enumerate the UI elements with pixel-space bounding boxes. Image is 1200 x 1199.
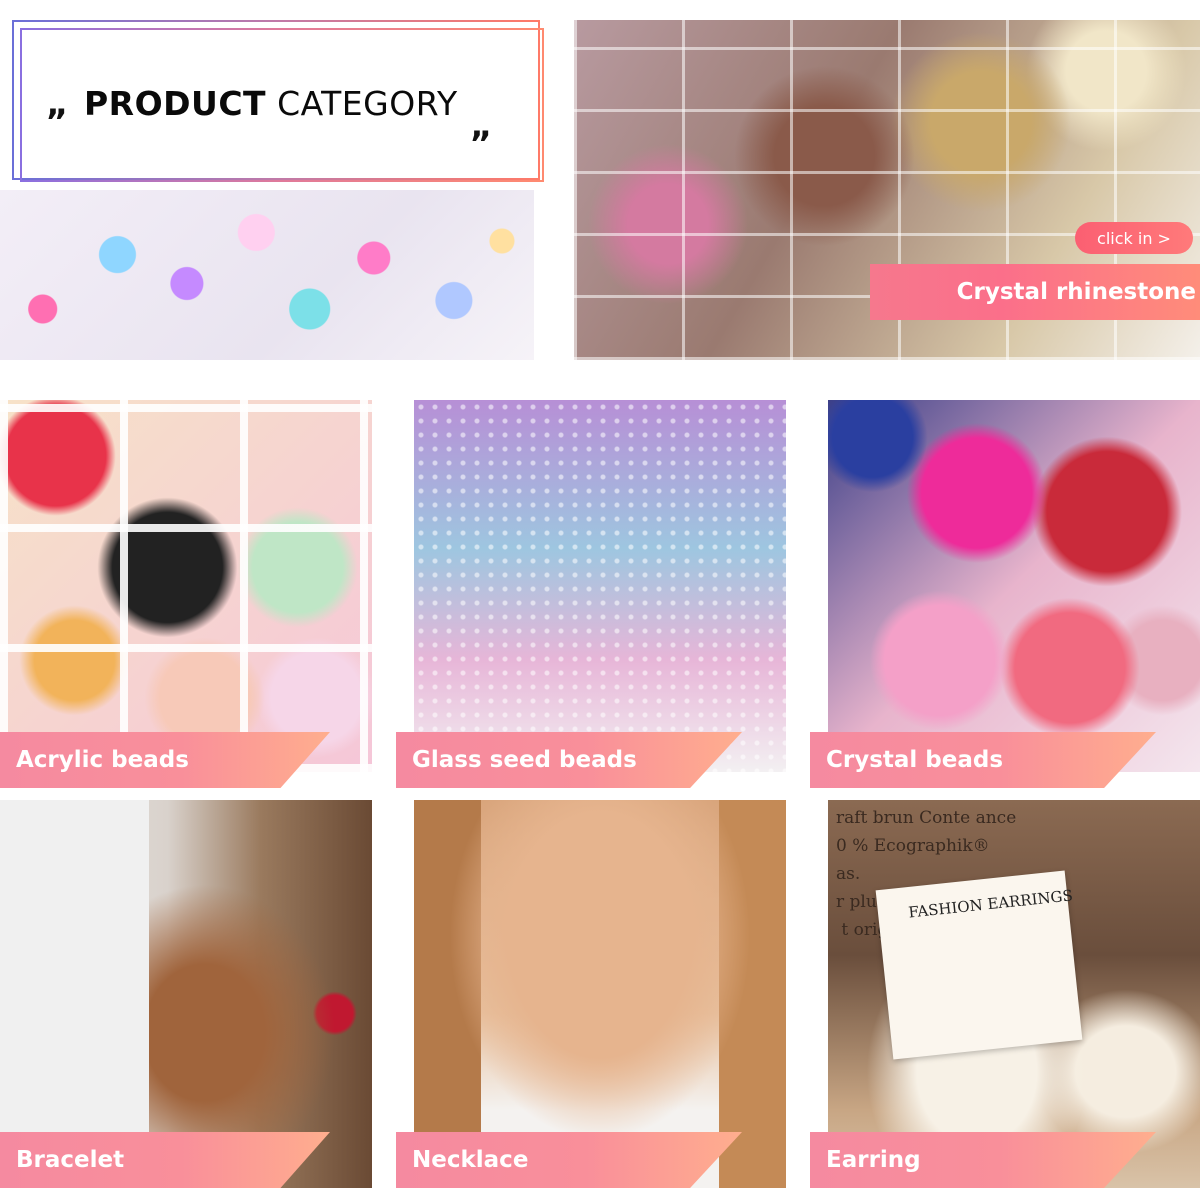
necklace-label[interactable]: Necklace — [396, 1132, 742, 1188]
close-quote-icon: „ — [470, 106, 493, 146]
crystal-rhinestone-label[interactable]: Crystal rhinestone — [870, 264, 1200, 320]
click-in-button[interactable]: click in > — [1075, 222, 1193, 254]
page-title: PRODUCT CATEGORY — [84, 84, 458, 123]
earring-label[interactable]: Earring — [810, 1132, 1156, 1188]
page-title-light: CATEGORY — [277, 84, 458, 123]
crystal-beads-label[interactable]: Crystal beads — [810, 732, 1156, 788]
rhinestone-flatback-photo — [0, 190, 534, 360]
glass-seed-beads-label[interactable]: Glass seed beads — [396, 732, 742, 788]
glass-seed-beads-photo[interactable] — [414, 400, 786, 772]
page-title-bold: PRODUCT — [84, 84, 267, 123]
open-quote-icon: „ — [46, 84, 69, 124]
necklace-photo[interactable] — [414, 800, 786, 1188]
acrylic-beads-label[interactable]: Acrylic beads — [0, 732, 330, 788]
crystal-beads-photo[interactable] — [828, 400, 1200, 772]
bracelet-photo[interactable] — [0, 800, 372, 1188]
acrylic-beads-photo[interactable] — [0, 400, 372, 772]
bracelet-label[interactable]: Bracelet — [0, 1132, 330, 1188]
